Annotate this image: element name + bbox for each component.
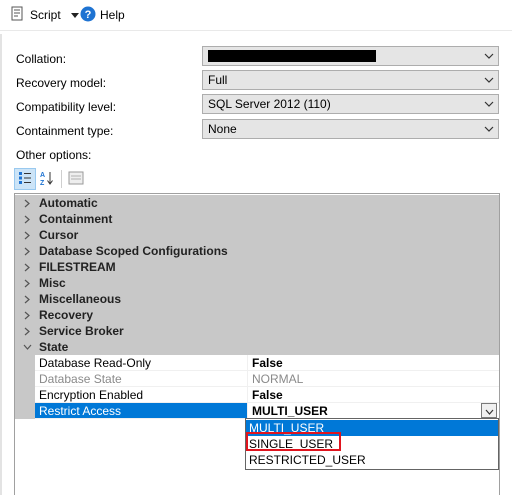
property-name: Database State [35,371,247,387]
chevron-right-icon[interactable] [15,263,39,272]
property-grid-toolbar: A Z [14,168,87,190]
annotation-highlight-box [246,432,341,451]
category-label: State [39,340,69,354]
compatibility-level-combo[interactable]: SQL Server 2012 (110) [202,94,499,114]
category-miscellaneous[interactable]: Miscellaneous [15,291,499,307]
collation-label: Collation: [16,52,67,66]
chevron-down-icon[interactable] [480,101,498,107]
property-name: Restrict Access [35,403,247,419]
property-value[interactable]: False [247,387,499,403]
redacted-bar [208,50,376,62]
svg-text:Z: Z [40,180,45,186]
chevron-right-icon[interactable] [15,215,39,224]
dropdown-button[interactable] [481,403,497,418]
chevron-down-icon [485,404,494,418]
property-pages-icon [68,171,84,188]
chevron-right-icon[interactable] [15,199,39,208]
category-cursor[interactable]: Cursor [15,227,499,243]
category-label: Cursor [39,228,79,242]
containment-type-label: Containment type: [16,124,114,138]
category-label: Containment [39,212,113,226]
category-automatic[interactable]: Automatic [15,195,499,211]
category-misc[interactable]: Misc [15,275,499,291]
property-name: Database Read-Only [35,355,247,371]
compatibility-level-value: SQL Server 2012 (110) [208,97,331,111]
category-recovery[interactable]: Recovery [15,307,499,323]
containment-type-combo[interactable]: None [202,119,499,139]
category-containment[interactable]: Containment [15,211,499,227]
svg-text:?: ? [85,9,92,21]
recovery-model-combo[interactable]: Full [202,70,499,90]
categorized-icon [18,171,32,188]
category-label: Recovery [39,308,94,322]
chevron-right-icon[interactable] [15,327,39,336]
chevron-right-icon[interactable] [15,247,39,256]
property-value: MULTI_USER [252,403,328,418]
script-button[interactable]: Script [6,4,83,26]
collation-value [208,50,480,62]
script-label: Script [30,8,61,22]
toolbar: Script ? Help [0,0,512,30]
chevron-right-icon[interactable] [15,279,39,288]
toolbar-separator [61,170,62,188]
help-label: Help [100,8,125,22]
chevron-right-icon[interactable] [15,295,39,304]
chevron-down-icon[interactable] [15,344,39,350]
property-value[interactable]: False [247,355,499,371]
category-label: FILESTREAM [39,260,116,274]
chevron-down-icon[interactable] [480,77,498,83]
toolbar-divider [0,30,512,31]
category-filestream[interactable]: FILESTREAM [15,259,499,275]
other-options-label: Other options: [16,148,92,162]
property-row-database-read-only[interactable]: Database Read-Only False [15,355,499,371]
category-label: Automatic [39,196,98,210]
chevron-down-icon[interactable] [480,126,498,132]
categorized-button[interactable] [14,168,36,190]
alphabetical-button[interactable]: A Z [36,168,58,190]
containment-type-value: None [208,122,237,136]
row-gutter [15,403,35,419]
script-icon [10,6,26,25]
category-database-scoped-configurations[interactable]: Database Scoped Configurations [15,243,499,259]
category-label: Service Broker [39,324,124,338]
collation-combo[interactable] [202,46,499,66]
category-state[interactable]: State [15,339,499,355]
property-row-encryption-enabled[interactable]: Encryption Enabled False [15,387,499,403]
property-row-database-state[interactable]: Database State NORMAL [15,371,499,387]
property-row-restrict-access[interactable]: Restrict Access MULTI_USER [15,403,499,419]
category-label: Database Scoped Configurations [39,244,228,258]
compatibility-level-label: Compatibility level: [16,100,117,114]
svg-text:A: A [40,172,45,179]
chevron-down-icon[interactable] [480,53,498,59]
row-gutter [15,371,35,387]
row-gutter [15,387,35,403]
chevron-right-icon[interactable] [15,311,39,320]
category-label: Misc [39,276,66,290]
recovery-model-value: Full [208,73,228,87]
property-name: Encryption Enabled [35,387,247,403]
left-border [0,34,2,495]
property-pages-button[interactable] [65,168,87,190]
category-service-broker[interactable]: Service Broker [15,323,499,339]
chevron-right-icon[interactable] [15,231,39,240]
category-label: Miscellaneous [39,292,122,306]
help-icon: ? [80,6,96,25]
restrict-access-value[interactable]: MULTI_USER [247,403,499,419]
option-restricted-user[interactable]: RESTRICTED_USER [246,452,498,468]
help-button[interactable]: ? Help [76,4,129,26]
property-value: NORMAL [247,371,499,387]
sort-az-icon: A Z [39,170,55,189]
row-gutter [15,355,35,371]
recovery-model-label: Recovery model: [16,76,107,90]
